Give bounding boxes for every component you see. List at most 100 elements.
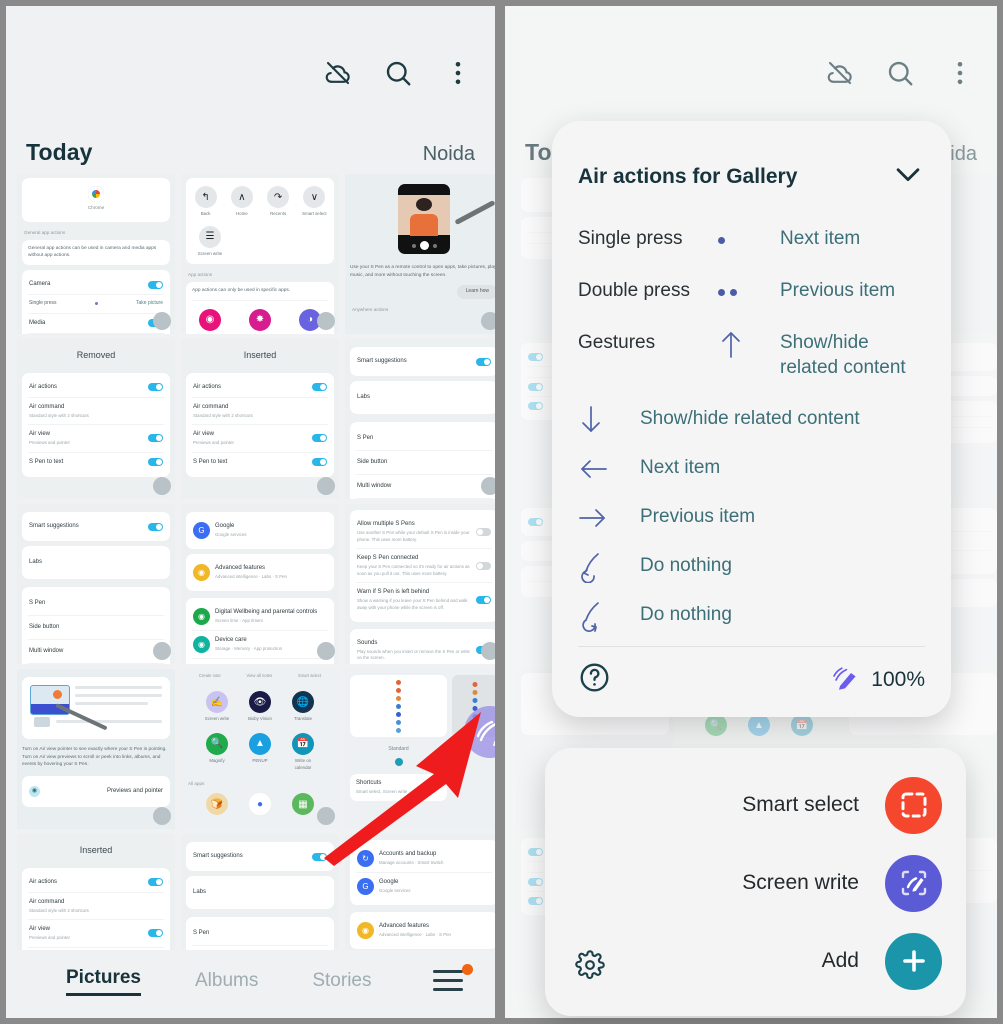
hamburger-menu-icon[interactable] bbox=[433, 964, 473, 992]
more-options-icon[interactable] bbox=[443, 58, 473, 88]
gallery-thumbnail[interactable]: Create note View all notes Smart select … bbox=[181, 669, 339, 829]
s-pen-edit-badge bbox=[317, 477, 335, 495]
gallery-thumbnail[interactable]: Removed Air actions Air command Standard … bbox=[17, 339, 175, 499]
s-pen-edit-badge bbox=[317, 807, 335, 825]
tab-stories[interactable]: Stories bbox=[312, 970, 371, 992]
arrow-up-icon bbox=[718, 330, 780, 358]
thumb-app-name: Translate bbox=[293, 716, 313, 722]
gallery-section-header: Today Noida bbox=[26, 139, 475, 166]
dialog-divider bbox=[578, 646, 925, 647]
s-pen-edit-badge bbox=[317, 312, 335, 330]
air-actions-header: Air actions for Gallery bbox=[578, 157, 925, 196]
thumb-row-sub: Previews and pointer bbox=[29, 935, 71, 941]
air-action-value[interactable]: Previous item bbox=[780, 278, 925, 303]
chevron-down-icon[interactable] bbox=[891, 157, 925, 196]
thumb-row-value: Take picture bbox=[136, 300, 163, 307]
air-actions-dialog: Air actions for Gallery Single press Nex… bbox=[552, 121, 951, 717]
thumb-row-title: Google bbox=[215, 523, 235, 530]
thumb-row-title: Camera bbox=[29, 281, 51, 288]
air-action-value[interactable]: Previous item bbox=[640, 504, 925, 529]
s-pen-shortcut-menu: Smart select Screen write Add bbox=[545, 748, 966, 1016]
thumb-row-title: Side button bbox=[29, 624, 60, 630]
plus-icon[interactable] bbox=[885, 932, 942, 990]
thumb-standard-label: Standard bbox=[388, 746, 409, 752]
gallery-thumbnail[interactable]: G Google Google services ◉ Advanced feature… bbox=[181, 504, 339, 664]
thumb-row-title: S Pen to text bbox=[29, 458, 64, 465]
thumb-tab-label: Smart select bbox=[297, 673, 322, 678]
thumb-row-sub: Advanced intelligence · Labs · S Pen bbox=[379, 932, 452, 938]
thumb-row-title: Multi window bbox=[29, 648, 64, 654]
swirl-left-icon bbox=[578, 553, 640, 584]
thumb-row-sub: Storage · Memory · App protection bbox=[215, 646, 283, 652]
thumb-row-sub: Keep your S Pen connected so it's ready … bbox=[357, 564, 470, 576]
air-action-value[interactable]: Do nothing bbox=[640, 553, 925, 578]
s-pen-edit-badge bbox=[153, 477, 171, 495]
double-dot-icon bbox=[718, 278, 780, 304]
thumb-header: Removed bbox=[76, 350, 116, 360]
s-pen-edit-badge bbox=[481, 477, 495, 495]
arrow-down-icon bbox=[578, 406, 640, 433]
thumb-row-title: Multi window bbox=[357, 483, 392, 489]
thumb-row-title: Keep S Pen connected bbox=[357, 555, 419, 562]
air-action-value[interactable]: Next item bbox=[780, 226, 925, 251]
thumb-row-title: Shortcuts bbox=[356, 780, 382, 787]
thumb-row-title: Air command bbox=[29, 898, 65, 905]
thumb-row-title: S Pen to text bbox=[193, 458, 228, 465]
thumb-header: Inserted bbox=[79, 845, 113, 855]
smart-select-icon[interactable] bbox=[885, 776, 942, 834]
air-action-value[interactable]: Do nothing bbox=[640, 602, 925, 627]
gallery-thumbnail[interactable]: Turn on Air view pointer to see exactly … bbox=[17, 669, 175, 829]
s-pen-floating-button[interactable] bbox=[464, 706, 495, 758]
thumb-row-title: S Pen bbox=[29, 600, 46, 606]
thumb-row-title: Air command bbox=[193, 403, 229, 410]
air-action-value[interactable]: Show/hide related content bbox=[780, 330, 925, 380]
location-label: Noida bbox=[422, 143, 475, 165]
gallery-thumbnail[interactable]: Inserted Air actions Air command Standard… bbox=[181, 339, 339, 499]
spen-menu-item-screen-write[interactable]: Screen write bbox=[569, 844, 942, 922]
thumb-section-label: All apps bbox=[188, 781, 205, 787]
spen-menu-item-add[interactable]: Add bbox=[569, 922, 942, 1000]
cloud-off-icon[interactable] bbox=[323, 58, 353, 88]
thumb-row-sub: Standard style with 2 shortcuts bbox=[193, 412, 253, 418]
thumb-learn-how-button[interactable]: Learn how bbox=[456, 285, 495, 299]
spen-menu-label: Screen write bbox=[742, 871, 859, 894]
air-action-row-double-press: Double press Previous item bbox=[578, 278, 925, 304]
thumb-app-label: Chrome bbox=[87, 205, 105, 210]
s-pen-edit-badge bbox=[153, 642, 171, 660]
thumb-app-name: Bixby Vision bbox=[248, 716, 272, 722]
thumb-row-title: Accounts and backup bbox=[379, 851, 437, 858]
thumb-row-sub: Smart select, Screen write bbox=[356, 789, 408, 795]
gallery-thumbnail[interactable]: Smart suggestions Labs S Pen Side button… bbox=[345, 339, 495, 499]
s-pen-edit-badge bbox=[153, 807, 171, 825]
gallery-thumbnail[interactable]: Use your S Pen as a remote control to op… bbox=[345, 174, 495, 334]
help-question-icon[interactable] bbox=[578, 661, 611, 699]
thumb-row-title: Advanced features bbox=[215, 565, 266, 572]
thumb-row-title: Labs bbox=[29, 559, 43, 565]
thumb-tab-label: View all notes bbox=[246, 673, 273, 678]
tab-albums[interactable]: Albums bbox=[195, 970, 258, 992]
gallery-thumbnail[interactable]: Chrome General app actions General app a… bbox=[17, 174, 175, 334]
tab-pictures[interactable]: Pictures bbox=[66, 967, 141, 996]
thumb-gesture-label: Back bbox=[200, 211, 211, 216]
gear-icon[interactable] bbox=[575, 950, 605, 980]
thumb-app-name: Write on calendar bbox=[294, 757, 312, 770]
air-action-value[interactable]: Next item bbox=[640, 455, 925, 480]
gallery-thumbnail[interactable]: Smart suggestions Labs S Pen Side button… bbox=[17, 504, 175, 664]
thumb-row-title: Air actions bbox=[29, 878, 58, 885]
gallery-thumbnail[interactable]: Allow multiple S Pens Use another S Pen w… bbox=[345, 504, 495, 664]
spen-menu-item-smart-select[interactable]: Smart select bbox=[569, 766, 942, 844]
thumb-row-title: Air view bbox=[29, 926, 51, 933]
screen-write-icon[interactable] bbox=[885, 854, 942, 912]
gallery-thumbnail[interactable]: ↰ Back ∧ Home ↷ Recents ∨ Smart select ☰ Scre… bbox=[181, 174, 339, 334]
air-action-value[interactable]: Show/hide related content bbox=[640, 406, 925, 431]
search-icon[interactable] bbox=[383, 58, 413, 88]
thumb-row-title: Media bbox=[29, 319, 46, 326]
thumb-gesture-label: Screen write bbox=[197, 250, 223, 256]
gallery-app-bar bbox=[323, 58, 473, 88]
arrow-left-icon bbox=[578, 455, 640, 481]
thumb-row-title: Single press bbox=[29, 300, 57, 307]
thumb-row-title: Sounds bbox=[357, 639, 378, 646]
thumb-row-title: Air command bbox=[29, 403, 65, 410]
air-action-label: Double press bbox=[578, 280, 690, 301]
thumb-row-title: Side button bbox=[357, 459, 388, 465]
